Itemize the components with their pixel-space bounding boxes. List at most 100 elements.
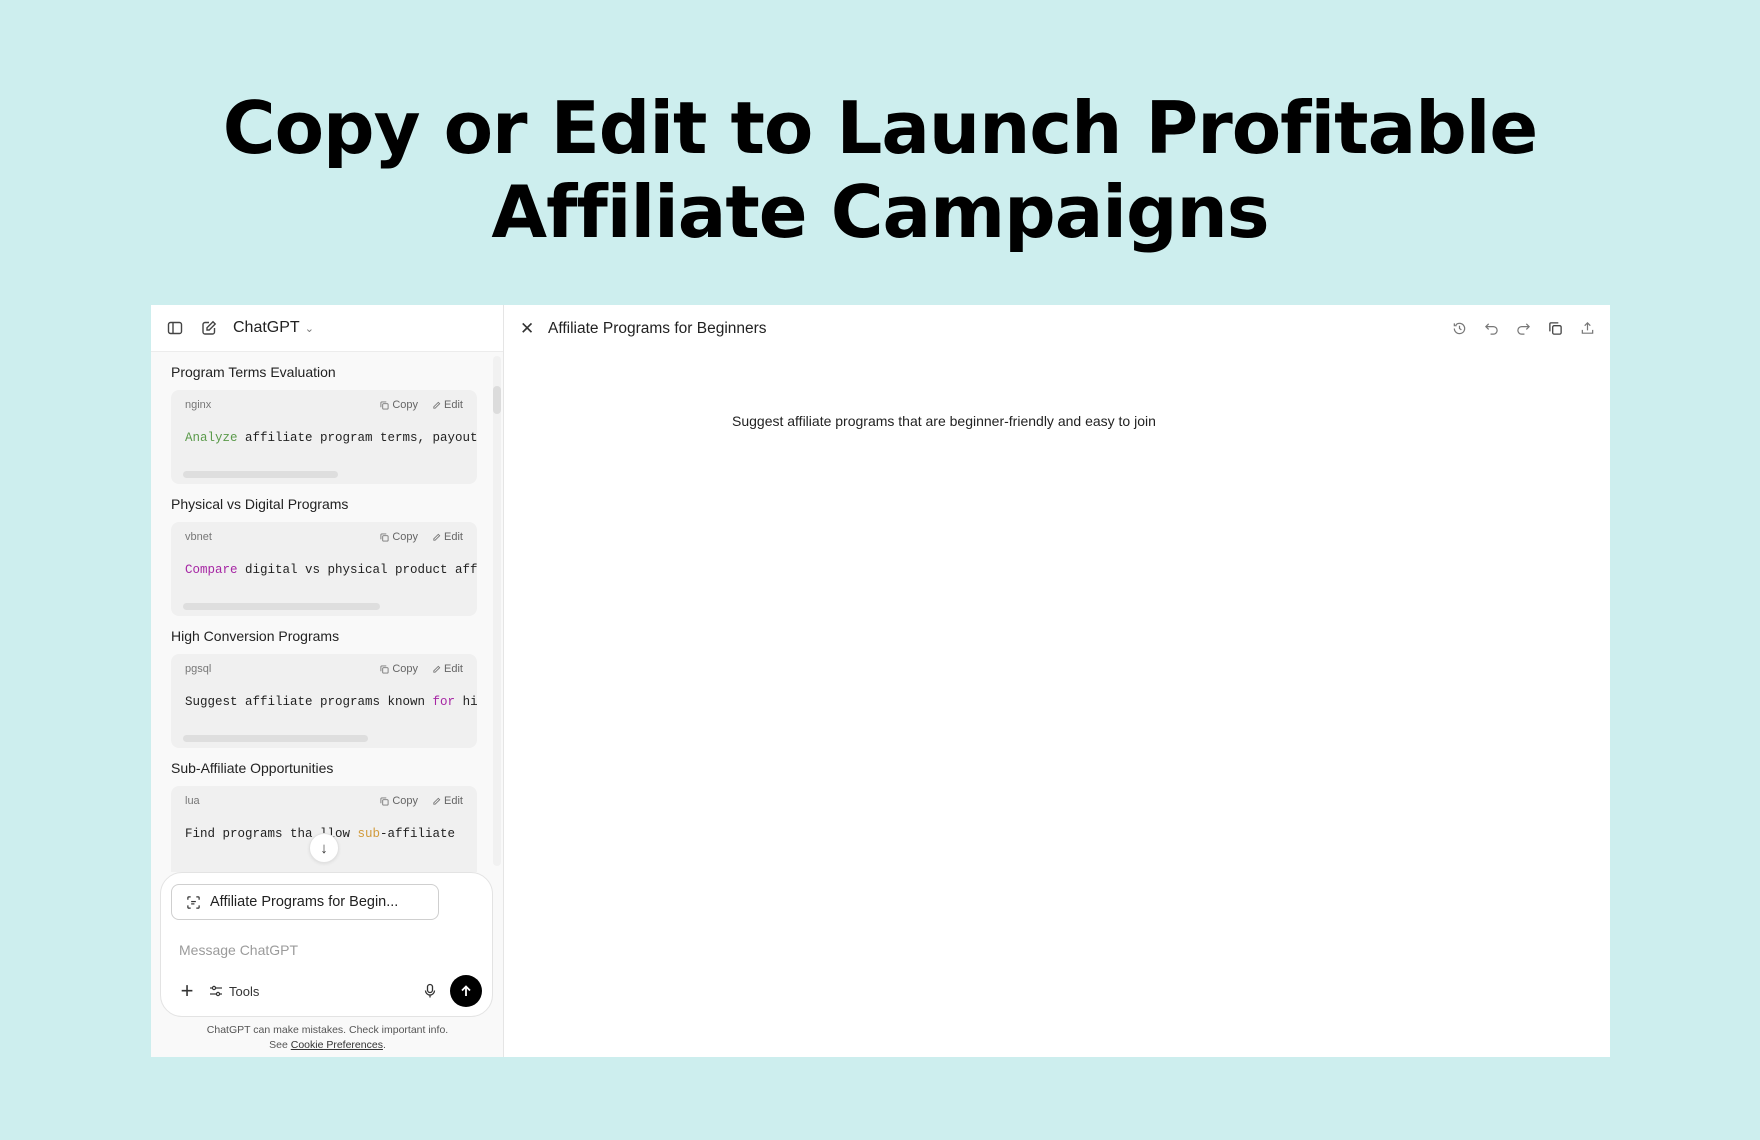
headline-line-2: Affiliate Campaigns: [491, 170, 1269, 254]
section-title: Program Terms Evaluation: [171, 364, 336, 380]
copy-icon[interactable]: [1542, 315, 1568, 341]
sidebar-toggle-icon[interactable]: [161, 314, 189, 342]
canvas-pane: ✕ Affiliate Programs for Beginners Sugge…: [504, 305, 1610, 1057]
close-canvas-button[interactable]: ✕: [520, 319, 540, 339]
scrollbar-thumb[interactable]: [493, 386, 501, 414]
copy-label: Copy: [392, 663, 419, 675]
add-attachment-button[interactable]: +: [173, 978, 201, 1004]
code-keyword: sub: [357, 827, 381, 841]
share-icon[interactable]: [1574, 315, 1600, 341]
code-line: Suggest affiliate programs known for hi: [171, 684, 477, 709]
canvas-document-text[interactable]: Suggest affiliate programs that are begi…: [732, 413, 1156, 429]
edit-label: Edit: [444, 795, 463, 807]
composer-toolbar: + Tools: [173, 974, 482, 1008]
chat-pane: ChatGPT ⌄ Program Terms Evaluation nginx…: [151, 305, 504, 1057]
disclaimer-see: See: [269, 1039, 288, 1051]
edit-label: Edit: [444, 531, 463, 543]
cookie-preferences-link[interactable]: Cookie Preferences: [291, 1039, 383, 1051]
code-block: pgsql Copy Edit Suggest affiliate progra…: [171, 654, 477, 748]
scroll-down-button[interactable]: ↓: [309, 833, 339, 863]
copy-label: Copy: [392, 795, 419, 807]
code-language: lua: [185, 795, 200, 807]
headline-line-1: Copy or Edit to Launch Profitable: [222, 86, 1539, 170]
chat-header: ChatGPT ⌄: [151, 305, 503, 352]
message-composer: Affiliate Programs for Begin... Message …: [160, 872, 493, 1017]
headline: Copy or Edit to Launch Profitable Affili…: [0, 86, 1760, 254]
copy-icon: [380, 532, 389, 542]
copy-button[interactable]: Copy: [380, 531, 418, 543]
edit-label: Edit: [444, 663, 463, 675]
message-input[interactable]: Message ChatGPT: [179, 942, 298, 958]
code-language: nginx: [185, 399, 212, 411]
canvas-toolbar: [1446, 315, 1600, 341]
code-text: affiliate program terms, payout: [237, 431, 477, 445]
code-block-header: pgsql Copy Edit: [171, 654, 477, 684]
code-text: Suggest affiliate programs known: [185, 695, 433, 709]
code-line: Analyze affiliate program terms, payout: [171, 420, 477, 445]
canvas-doc-icon: [187, 895, 200, 909]
pencil-icon: [433, 665, 441, 673]
edit-button[interactable]: Edit: [432, 795, 463, 807]
redo-icon[interactable]: [1510, 315, 1536, 341]
model-picker[interactable]: ChatGPT ⌄: [233, 319, 314, 337]
arrow-down-icon: ↓: [320, 839, 328, 857]
section-title: Physical vs Digital Programs: [171, 496, 349, 512]
code-text: -affiliate: [380, 827, 456, 841]
attachment-label: Affiliate Programs for Begin...: [210, 894, 399, 910]
horizontal-scrollbar[interactable]: [183, 603, 380, 610]
copy-button[interactable]: Copy: [380, 795, 418, 807]
prompt-section: Physical vs Digital Programs vbnet Copy …: [151, 484, 503, 616]
pencil-icon: [433, 401, 441, 409]
disclaimer-text: ChatGPT can make mistakes. Check importa…: [206, 1024, 449, 1036]
copy-icon: [380, 664, 389, 674]
microphone-icon: [424, 983, 436, 998]
code-keyword: Compare: [185, 563, 238, 577]
disclaimer: ChatGPT can make mistakes. Check importa…: [151, 1023, 504, 1053]
copy-label: Copy: [392, 399, 419, 411]
code-keyword: Analyze: [185, 431, 238, 445]
canvas-title: Affiliate Programs for Beginners: [548, 319, 767, 337]
section-title: Sub-Affiliate Opportunities: [171, 760, 334, 776]
edit-button[interactable]: Edit: [432, 399, 463, 411]
code-block-header: nginx Copy Edit: [171, 390, 477, 420]
horizontal-scrollbar[interactable]: [183, 471, 338, 478]
copy-icon: [380, 796, 389, 806]
copy-label: Copy: [392, 531, 419, 543]
prompt-section: High Conversion Programs pgsql Copy Edit: [151, 616, 503, 748]
attachment-chip[interactable]: Affiliate Programs for Begin...: [171, 884, 439, 920]
canvas-header: ✕ Affiliate Programs for Beginners: [504, 305, 1610, 352]
edit-label: Edit: [444, 399, 463, 411]
chat-scroll-area[interactable]: Program Terms Evaluation nginx Copy Edit: [151, 352, 503, 872]
code-language: vbnet: [185, 531, 212, 543]
code-language: pgsql: [185, 663, 212, 675]
edit-button[interactable]: Edit: [432, 663, 463, 675]
arrow-up-icon: [461, 985, 471, 996]
pencil-icon: [433, 533, 441, 541]
copy-button[interactable]: Copy: [380, 399, 418, 411]
undo-icon[interactable]: [1478, 315, 1504, 341]
section-title: High Conversion Programs: [171, 628, 340, 644]
code-line: Compare digital vs physical product aff: [171, 552, 477, 577]
model-name: ChatGPT: [233, 319, 300, 336]
code-block-header: vbnet Copy Edit: [171, 522, 477, 552]
code-block: nginx Copy Edit Analyze affiliate progra…: [171, 390, 477, 484]
horizontal-scrollbar[interactable]: [183, 735, 368, 742]
code-keyword: for: [432, 695, 456, 709]
tools-label: Tools: [229, 983, 260, 999]
disclaimer-period: .: [382, 1039, 386, 1051]
microphone-button[interactable]: [416, 983, 444, 999]
tools-button[interactable]: Tools: [209, 984, 259, 999]
pencil-icon: [433, 797, 441, 805]
code-text: digital vs physical product aff: [237, 563, 477, 577]
history-icon[interactable]: [1446, 315, 1472, 341]
copy-button[interactable]: Copy: [380, 663, 418, 675]
edit-button[interactable]: Edit: [432, 531, 463, 543]
code-text: hi: [455, 695, 477, 709]
new-chat-icon[interactable]: [195, 314, 223, 342]
code-block-header: lua Copy Edit: [171, 786, 477, 816]
app-window: ChatGPT ⌄ Program Terms Evaluation nginx…: [151, 305, 1610, 1057]
send-button[interactable]: [450, 975, 482, 1007]
scrollbar-track[interactable]: [493, 356, 501, 866]
code-block: vbnet Copy Edit Compare digital vs physi…: [171, 522, 477, 616]
prompt-section: Program Terms Evaluation nginx Copy Edit: [151, 352, 503, 484]
